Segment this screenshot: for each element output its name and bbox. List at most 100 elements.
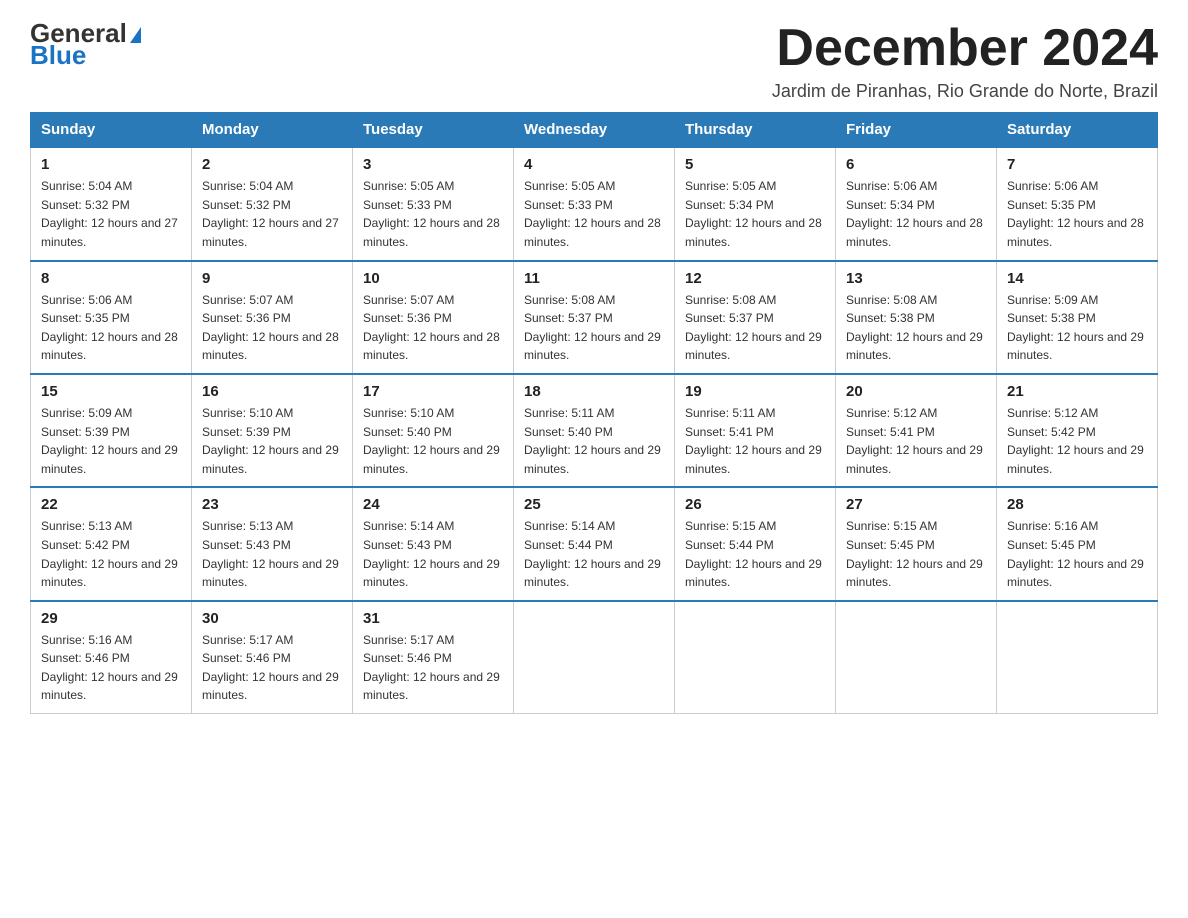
- day-info: Sunrise: 5:06 AM Sunset: 5:35 PM Dayligh…: [1007, 177, 1147, 251]
- day-number: 21: [1007, 383, 1147, 400]
- day-info: Sunrise: 5:06 AM Sunset: 5:34 PM Dayligh…: [846, 177, 986, 251]
- title-block: December 2024 Jardim de Piranhas, Rio Gr…: [772, 20, 1158, 102]
- calendar-week-row: 15 Sunrise: 5:09 AM Sunset: 5:39 PM Dayl…: [31, 374, 1158, 487]
- day-info: Sunrise: 5:15 AM Sunset: 5:44 PM Dayligh…: [685, 517, 825, 591]
- day-info: Sunrise: 5:09 AM Sunset: 5:39 PM Dayligh…: [41, 404, 181, 478]
- day-number: 27: [846, 496, 986, 513]
- day-info: Sunrise: 5:05 AM Sunset: 5:33 PM Dayligh…: [363, 177, 503, 251]
- calendar-cell: 19 Sunrise: 5:11 AM Sunset: 5:41 PM Dayl…: [675, 374, 836, 487]
- calendar-week-row: 8 Sunrise: 5:06 AM Sunset: 5:35 PM Dayli…: [31, 261, 1158, 374]
- day-number: 25: [524, 496, 664, 513]
- day-number: 22: [41, 496, 181, 513]
- calendar-cell: [675, 601, 836, 714]
- month-title: December 2024: [772, 20, 1158, 77]
- calendar-week-row: 1 Sunrise: 5:04 AM Sunset: 5:32 PM Dayli…: [31, 147, 1158, 260]
- calendar-cell: 23 Sunrise: 5:13 AM Sunset: 5:43 PM Dayl…: [192, 487, 353, 600]
- calendar-cell: [836, 601, 997, 714]
- day-info: Sunrise: 5:08 AM Sunset: 5:38 PM Dayligh…: [846, 291, 986, 365]
- day-info: Sunrise: 5:14 AM Sunset: 5:43 PM Dayligh…: [363, 517, 503, 591]
- calendar-header-monday: Monday: [192, 113, 353, 148]
- day-number: 13: [846, 270, 986, 287]
- day-info: Sunrise: 5:11 AM Sunset: 5:40 PM Dayligh…: [524, 404, 664, 478]
- day-info: Sunrise: 5:17 AM Sunset: 5:46 PM Dayligh…: [363, 631, 503, 705]
- logo-blue-text: Blue: [30, 42, 86, 68]
- calendar-cell: 5 Sunrise: 5:05 AM Sunset: 5:34 PM Dayli…: [675, 147, 836, 260]
- day-number: 12: [685, 270, 825, 287]
- calendar-cell: 13 Sunrise: 5:08 AM Sunset: 5:38 PM Dayl…: [836, 261, 997, 374]
- calendar-header-saturday: Saturday: [997, 113, 1158, 148]
- calendar-cell: 29 Sunrise: 5:16 AM Sunset: 5:46 PM Dayl…: [31, 601, 192, 714]
- calendar-cell: 21 Sunrise: 5:12 AM Sunset: 5:42 PM Dayl…: [997, 374, 1158, 487]
- day-info: Sunrise: 5:16 AM Sunset: 5:45 PM Dayligh…: [1007, 517, 1147, 591]
- day-number: 18: [524, 383, 664, 400]
- day-info: Sunrise: 5:10 AM Sunset: 5:39 PM Dayligh…: [202, 404, 342, 478]
- day-number: 30: [202, 610, 342, 627]
- page-header: General Blue December 2024 Jardim de Pir…: [30, 20, 1158, 102]
- day-info: Sunrise: 5:13 AM Sunset: 5:42 PM Dayligh…: [41, 517, 181, 591]
- day-number: 19: [685, 383, 825, 400]
- calendar-week-row: 22 Sunrise: 5:13 AM Sunset: 5:42 PM Dayl…: [31, 487, 1158, 600]
- calendar-cell: 11 Sunrise: 5:08 AM Sunset: 5:37 PM Dayl…: [514, 261, 675, 374]
- calendar-cell: 16 Sunrise: 5:10 AM Sunset: 5:39 PM Dayl…: [192, 374, 353, 487]
- day-number: 9: [202, 270, 342, 287]
- day-info: Sunrise: 5:14 AM Sunset: 5:44 PM Dayligh…: [524, 517, 664, 591]
- calendar-cell: [514, 601, 675, 714]
- calendar-cell: 1 Sunrise: 5:04 AM Sunset: 5:32 PM Dayli…: [31, 147, 192, 260]
- calendar-cell: 20 Sunrise: 5:12 AM Sunset: 5:41 PM Dayl…: [836, 374, 997, 487]
- calendar-table: SundayMondayTuesdayWednesdayThursdayFrid…: [30, 112, 1158, 714]
- day-number: 2: [202, 156, 342, 173]
- day-number: 1: [41, 156, 181, 173]
- calendar-cell: 3 Sunrise: 5:05 AM Sunset: 5:33 PM Dayli…: [353, 147, 514, 260]
- calendar-cell: 22 Sunrise: 5:13 AM Sunset: 5:42 PM Dayl…: [31, 487, 192, 600]
- day-number: 23: [202, 496, 342, 513]
- day-number: 20: [846, 383, 986, 400]
- calendar-cell: 10 Sunrise: 5:07 AM Sunset: 5:36 PM Dayl…: [353, 261, 514, 374]
- day-number: 8: [41, 270, 181, 287]
- day-number: 6: [846, 156, 986, 173]
- calendar-cell: 25 Sunrise: 5:14 AM Sunset: 5:44 PM Dayl…: [514, 487, 675, 600]
- calendar-cell: 30 Sunrise: 5:17 AM Sunset: 5:46 PM Dayl…: [192, 601, 353, 714]
- calendar-cell: 27 Sunrise: 5:15 AM Sunset: 5:45 PM Dayl…: [836, 487, 997, 600]
- day-info: Sunrise: 5:06 AM Sunset: 5:35 PM Dayligh…: [41, 291, 181, 365]
- calendar-cell: 14 Sunrise: 5:09 AM Sunset: 5:38 PM Dayl…: [997, 261, 1158, 374]
- calendar-header-wednesday: Wednesday: [514, 113, 675, 148]
- calendar-header-thursday: Thursday: [675, 113, 836, 148]
- calendar-cell: 6 Sunrise: 5:06 AM Sunset: 5:34 PM Dayli…: [836, 147, 997, 260]
- day-info: Sunrise: 5:07 AM Sunset: 5:36 PM Dayligh…: [202, 291, 342, 365]
- day-info: Sunrise: 5:16 AM Sunset: 5:46 PM Dayligh…: [41, 631, 181, 705]
- calendar-cell: 31 Sunrise: 5:17 AM Sunset: 5:46 PM Dayl…: [353, 601, 514, 714]
- day-number: 26: [685, 496, 825, 513]
- day-info: Sunrise: 5:13 AM Sunset: 5:43 PM Dayligh…: [202, 517, 342, 591]
- day-number: 24: [363, 496, 503, 513]
- day-number: 17: [363, 383, 503, 400]
- day-info: Sunrise: 5:05 AM Sunset: 5:34 PM Dayligh…: [685, 177, 825, 251]
- day-number: 5: [685, 156, 825, 173]
- day-info: Sunrise: 5:08 AM Sunset: 5:37 PM Dayligh…: [685, 291, 825, 365]
- day-number: 7: [1007, 156, 1147, 173]
- calendar-cell: 17 Sunrise: 5:10 AM Sunset: 5:40 PM Dayl…: [353, 374, 514, 487]
- day-info: Sunrise: 5:09 AM Sunset: 5:38 PM Dayligh…: [1007, 291, 1147, 365]
- calendar-cell: 2 Sunrise: 5:04 AM Sunset: 5:32 PM Dayli…: [192, 147, 353, 260]
- day-info: Sunrise: 5:15 AM Sunset: 5:45 PM Dayligh…: [846, 517, 986, 591]
- day-number: 10: [363, 270, 503, 287]
- calendar-week-row: 29 Sunrise: 5:16 AM Sunset: 5:46 PM Dayl…: [31, 601, 1158, 714]
- day-number: 3: [363, 156, 503, 173]
- day-number: 15: [41, 383, 181, 400]
- calendar-header-friday: Friday: [836, 113, 997, 148]
- calendar-cell: 4 Sunrise: 5:05 AM Sunset: 5:33 PM Dayli…: [514, 147, 675, 260]
- day-info: Sunrise: 5:05 AM Sunset: 5:33 PM Dayligh…: [524, 177, 664, 251]
- calendar-cell: 12 Sunrise: 5:08 AM Sunset: 5:37 PM Dayl…: [675, 261, 836, 374]
- day-info: Sunrise: 5:07 AM Sunset: 5:36 PM Dayligh…: [363, 291, 503, 365]
- day-info: Sunrise: 5:08 AM Sunset: 5:37 PM Dayligh…: [524, 291, 664, 365]
- calendar-cell: [997, 601, 1158, 714]
- day-number: 11: [524, 270, 664, 287]
- calendar-cell: 24 Sunrise: 5:14 AM Sunset: 5:43 PM Dayl…: [353, 487, 514, 600]
- calendar-header-sunday: Sunday: [31, 113, 192, 148]
- day-number: 16: [202, 383, 342, 400]
- day-info: Sunrise: 5:12 AM Sunset: 5:42 PM Dayligh…: [1007, 404, 1147, 478]
- day-info: Sunrise: 5:12 AM Sunset: 5:41 PM Dayligh…: [846, 404, 986, 478]
- day-number: 4: [524, 156, 664, 173]
- day-number: 14: [1007, 270, 1147, 287]
- day-info: Sunrise: 5:04 AM Sunset: 5:32 PM Dayligh…: [202, 177, 342, 251]
- calendar-cell: 18 Sunrise: 5:11 AM Sunset: 5:40 PM Dayl…: [514, 374, 675, 487]
